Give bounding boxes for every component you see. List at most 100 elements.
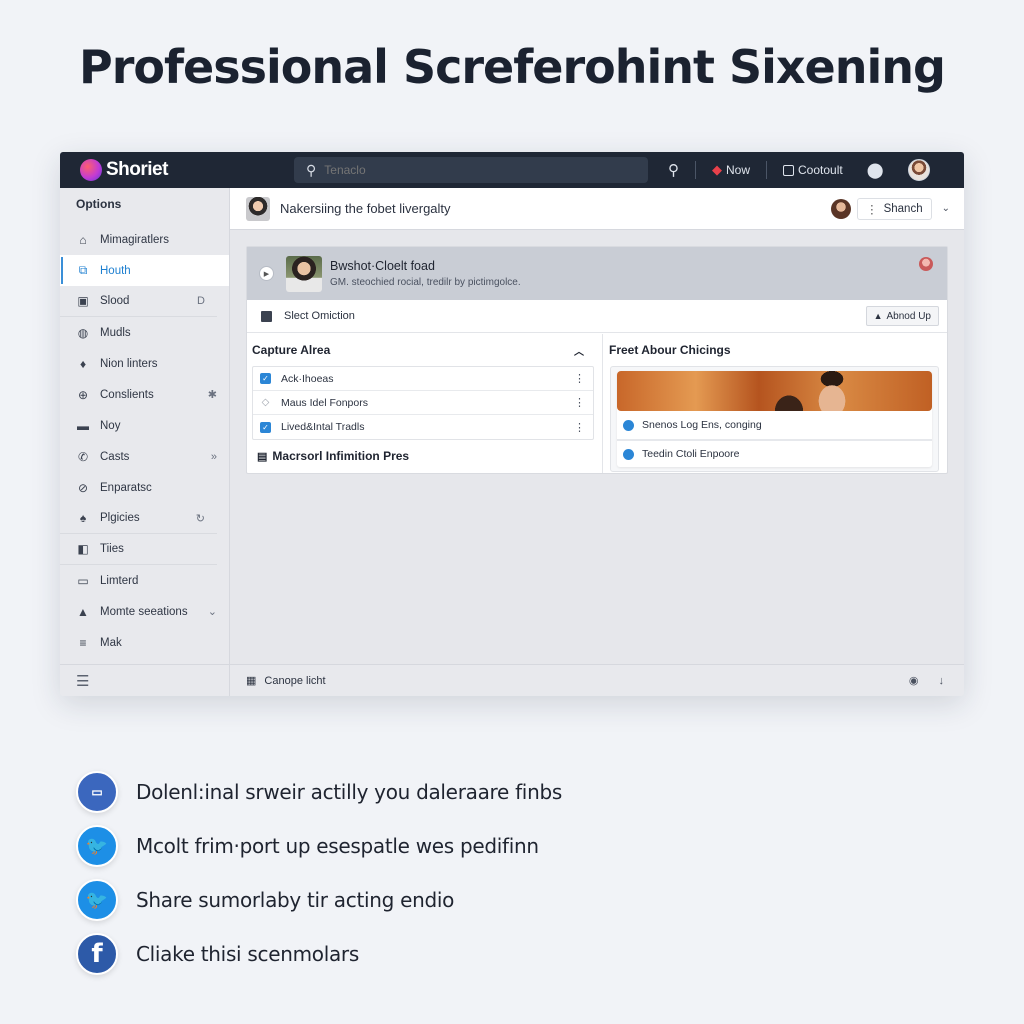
sidebar-item-label: Mak: [100, 636, 122, 649]
bell-icon: ▲: [873, 311, 883, 321]
sidebar-item-mudls[interactable]: ◍ Mudls: [60, 317, 229, 348]
card-subtitle: GM. steochied rocial, tredilr by pictimg…: [330, 277, 521, 288]
hero-title: Professional Screferohint Sixening: [79, 40, 946, 94]
sidebar-item-slood[interactable]: ▣ Slood D: [60, 286, 217, 317]
chevron-down-icon[interactable]: ⌄: [942, 203, 950, 214]
subheader-title: Nakersiing the fobet livergalty: [280, 201, 451, 216]
sidebar-item-label: Nion linters: [100, 357, 158, 370]
user-avatar-small[interactable]: [831, 198, 852, 219]
feature-item: f Cliake thisi scenmolars: [76, 933, 562, 975]
search-input[interactable]: [324, 163, 615, 177]
nav-trailing-icon: »: [210, 450, 217, 463]
kebab-menu-icon[interactable]: ⋮: [574, 372, 585, 385]
nav-icon: ≡: [79, 635, 87, 650]
feature-list: ▭ Dolenl:inal srweir actilly you daleraar…: [76, 771, 562, 987]
twitter-icon[interactable]: 🐦: [76, 879, 118, 921]
author-avatar: [246, 196, 270, 221]
card-title: Bwshot·Cloelt foad: [330, 259, 435, 273]
sidebar-item-mak[interactable]: ≡ Mak: [60, 627, 229, 658]
sidebar-item-plgicies[interactable]: ♠ Plgicies ↻: [60, 503, 217, 534]
sidebar-item-tiies[interactable]: ◧ Tiies: [60, 534, 217, 565]
checkbox[interactable]: ✓: [260, 421, 271, 433]
hamburger-icon: ☰: [76, 672, 90, 690]
main-content: Nakersiing the fobet livergalty ⋮ Shanch…: [230, 188, 964, 696]
sidebar-title: Options: [76, 197, 122, 211]
nav-icon: ♠: [79, 511, 87, 525]
feature-row-label: Teedin Ctoli Enpoore: [642, 448, 740, 460]
capture-area-title: Capture Alrea: [252, 343, 331, 357]
capture-footer-label: Macrsorl Infimition Pres: [272, 449, 410, 463]
shanch-label: Shanch: [883, 202, 923, 215]
nav-icon: ⌂: [79, 232, 87, 247]
cootoult-button[interactable]: Cootoult: [783, 163, 843, 177]
sidebar-item-houth[interactable]: ⧉ Houth: [60, 255, 229, 286]
sidebar-item-nion-linters[interactable]: ♦ Nion linters: [60, 348, 229, 379]
feature-box: Snenos Log Ens, conging Teedin Ctoli Enpo…: [610, 366, 939, 472]
nav-icon: ♦: [79, 356, 87, 371]
feature-item: ▭ Dolenl:inal srweir actilly you daleraar…: [76, 771, 562, 813]
kebab-menu-icon[interactable]: ⋮: [574, 396, 585, 409]
subheader: Nakersiing the fobet livergalty ⋮ Shanch…: [230, 188, 964, 230]
sidebar-item-label: Enparatsc: [100, 481, 152, 494]
feature-row[interactable]: Snenos Log Ens, conging: [617, 411, 932, 439]
twitter-icon[interactable]: 🐦: [76, 825, 118, 867]
sidebar-item-label: Mudls: [100, 326, 131, 339]
sidebar-item-label: Momte seeations: [100, 605, 188, 618]
sidebar-item-enparatsc[interactable]: ⊘ Enparatsc: [60, 472, 229, 503]
search-box[interactable]: ⚲: [294, 157, 648, 183]
status-bar: ▦ Canope licht ◉ ↓: [230, 664, 964, 696]
sidebar-menu-button[interactable]: ☰: [60, 664, 229, 696]
nav-icon: ⧉: [78, 263, 88, 277]
sidebar-item-noy[interactable]: ▬ Noy: [60, 410, 229, 441]
nav-trailing-icon: D: [197, 295, 205, 307]
app-window: Shoriet ⚲ ⚲ ◆ Now Cootoult ⬤ Options ⌂ Mi…: [60, 152, 964, 696]
sidebar-item-momte-seeations[interactable]: ▲ Momte seeations ⌄: [60, 596, 229, 627]
sidebar-nav: ⌂ Mimagiratlers ⧉ Houth ▣ Slood D ◍ Mudls ♦ Nion l…: [60, 224, 229, 658]
nav-trailing-icon: ⌄: [207, 606, 217, 618]
nav-icon: ▭: [77, 573, 89, 588]
collaborator-avatar[interactable]: [919, 257, 933, 271]
nav-trailing-icon: ↻: [195, 512, 205, 525]
abnod-up-label: Abnod Up: [886, 310, 931, 322]
kebab-menu-icon[interactable]: ⋮: [574, 421, 585, 434]
nav-icon: ✆: [77, 449, 89, 464]
nav-icon: ▬: [77, 418, 89, 433]
feature-text: Mcolt frim·port up esespatle wes pedifin…: [136, 834, 539, 858]
sidebar-item-conslients[interactable]: ⊕ Conslients ✱: [60, 379, 229, 410]
select-label[interactable]: Slect Omiction: [284, 310, 866, 322]
feature-image: [617, 371, 932, 411]
record-icon[interactable]: ◉: [909, 674, 919, 687]
microphone-icon[interactable]: ↓: [939, 675, 945, 687]
document-icon: ▦: [246, 675, 257, 687]
divider: [695, 161, 696, 179]
sidebar-item-label: Plgicies: [100, 512, 140, 524]
brand[interactable]: Shoriet: [80, 159, 294, 181]
feature-text: Share sumorlaby tir acting endio: [136, 888, 455, 912]
location-pin-icon[interactable]: ⬤: [867, 161, 884, 179]
shanch-button[interactable]: ⋮ Shanch: [857, 197, 932, 220]
checkbox[interactable]: ✓: [260, 373, 271, 384]
search-icon[interactable]: ⚲: [668, 161, 679, 179]
sidebar-item-casts[interactable]: ✆ Casts »: [60, 441, 229, 472]
list-item[interactable]: ◇ Maus Idel Fonpors ⋮: [253, 391, 593, 415]
message-icon[interactable]: ▭: [76, 771, 118, 813]
checkbox[interactable]: ◇: [260, 397, 271, 408]
play-button[interactable]: ▶: [259, 266, 274, 281]
feature-row[interactable]: Teedin Ctoli Enpoore: [617, 439, 932, 467]
now-button[interactable]: ◆ Now: [712, 162, 750, 178]
nav-icon: ▲: [77, 604, 89, 619]
sidebar-item-label: Conslients: [100, 388, 154, 401]
sidebar-item-limterd[interactable]: ▭ Limterd: [60, 565, 229, 596]
sidebar-item-mimagiratlers[interactable]: ⌂ Mimagiratlers: [60, 224, 229, 255]
image-icon: [783, 164, 795, 176]
list-item[interactable]: ✓ Lived&Intal Tradls ⋮: [253, 415, 593, 439]
list-item-label: Lived&Intal Tradls: [281, 421, 365, 433]
abnod-up-button[interactable]: ▲ Abnod Up: [865, 306, 939, 326]
feature-panel: Freet Abour Chicings Snenos Log Ens, con…: [604, 334, 947, 473]
feature-rows: Snenos Log Ens, conging Teedin Ctoli Enpo…: [617, 411, 932, 467]
chevron-up-icon[interactable]: ︿: [574, 343, 584, 358]
select-row: Slect Omiction ▲ Abnod Up: [247, 300, 947, 333]
user-avatar[interactable]: [907, 159, 930, 181]
facebook-icon[interactable]: f: [76, 933, 118, 975]
list-item[interactable]: ✓ Ack·Ihoeas ⋮: [253, 367, 593, 391]
